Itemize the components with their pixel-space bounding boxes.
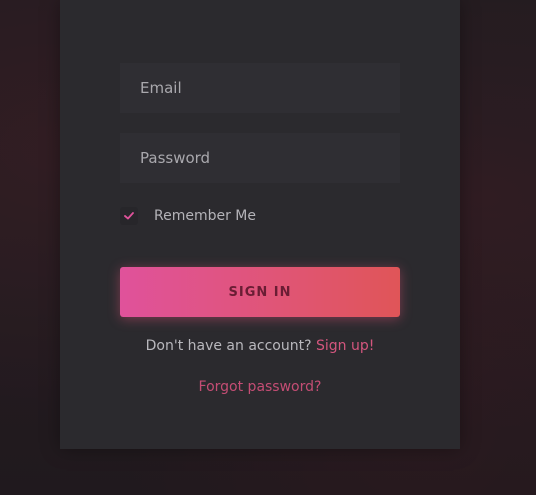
password-input[interactable] xyxy=(120,133,400,183)
remember-me-row[interactable]: Remember Me xyxy=(120,205,256,227)
checkmark-icon xyxy=(124,212,134,220)
forgot-password-link[interactable]: Forgot password? xyxy=(199,379,322,395)
remember-me-label: Remember Me xyxy=(154,208,256,224)
sign-in-button[interactable]: SIGN IN xyxy=(120,267,400,317)
login-card: Remember Me SIGN IN Don't have an accoun… xyxy=(60,0,460,449)
signup-prompt-text: Don't have an account? xyxy=(145,338,316,354)
sign-up-link[interactable]: Sign up! xyxy=(316,338,374,354)
signup-prompt-row: Don't have an account? Sign up! xyxy=(60,338,460,354)
remember-me-checkbox[interactable] xyxy=(120,207,138,225)
email-input[interactable] xyxy=(120,63,400,113)
forgot-password-row: Forgot password? xyxy=(60,379,460,395)
